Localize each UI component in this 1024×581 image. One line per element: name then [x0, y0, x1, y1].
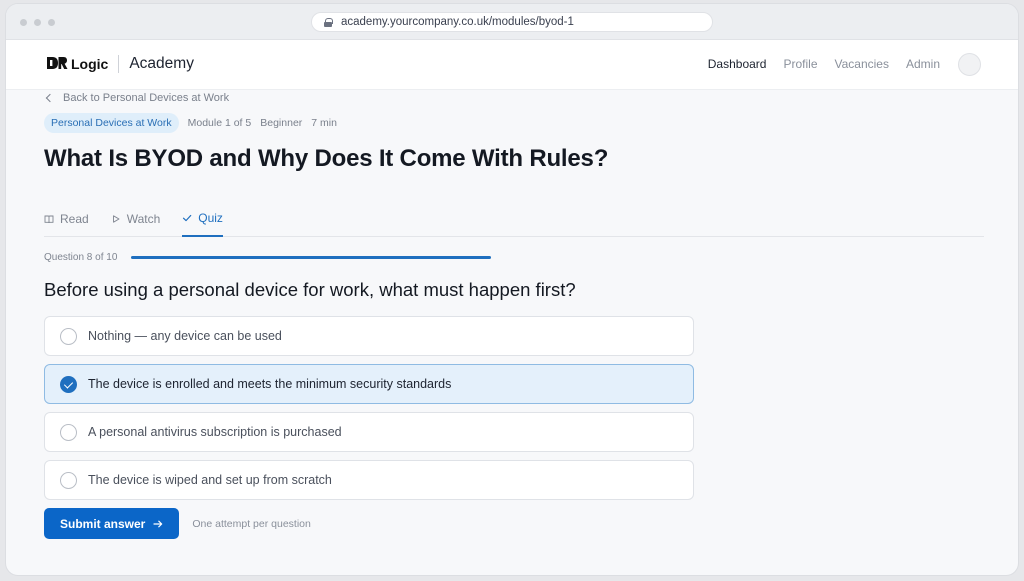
module-meta: Personal Devices at Work Module 1 of 5 B…: [44, 113, 984, 133]
book-icon: [44, 214, 54, 224]
play-icon: [111, 214, 121, 224]
submit-answer-label: Submit answer: [60, 516, 146, 531]
quiz-actions: Submit answer One attempt per question: [44, 508, 984, 539]
module-level: Beginner: [260, 117, 303, 129]
answer-option[interactable]: A personal antivirus subscription is pur…: [44, 412, 694, 452]
browser-window: academy.yourcompany.co.uk/modules/byod-1…: [6, 4, 1018, 575]
radio-button[interactable]: [60, 375, 77, 393]
brand-logo[interactable]: Logic Academy: [46, 55, 194, 73]
page-title: What Is BYOD and Why Does It Come With R…: [44, 145, 609, 172]
module-position: Module 1 of 5: [187, 117, 252, 129]
nav-admin[interactable]: Admin: [906, 57, 940, 71]
question-text: Before using a personal device for work,…: [44, 279, 576, 300]
back-link-label: Back to Personal Devices at Work: [63, 92, 230, 104]
answer-options: Nothing — any device can be used The dev…: [44, 316, 694, 500]
radio-button[interactable]: [60, 423, 77, 441]
submit-answer-button[interactable]: Submit answer: [44, 508, 180, 539]
minimize-window-dot[interactable]: [34, 19, 41, 26]
maximize-window-dot[interactable]: [48, 19, 55, 26]
url-text: academy.yourcompany.co.uk/modules/byod-1: [341, 16, 574, 28]
back-link[interactable]: Back to Personal Devices at Work: [44, 91, 229, 105]
answer-option-text: The device is wiped and set up from scra…: [88, 473, 332, 487]
brand-name: Logic: [71, 56, 109, 72]
address-bar[interactable]: academy.yourcompany.co.uk/modules/byod-1: [311, 12, 713, 32]
avatar[interactable]: [958, 53, 981, 76]
answer-option[interactable]: The device is enrolled and meets the min…: [44, 364, 694, 404]
module-duration: 7 min: [311, 117, 337, 129]
progress-fill: [131, 255, 491, 259]
nav-vacancies[interactable]: Vacancies: [835, 57, 889, 71]
answer-option[interactable]: The device is wiped and set up from scra…: [44, 460, 694, 500]
product-name: Academy: [129, 55, 194, 72]
tab-quiz[interactable]: Quiz: [182, 207, 223, 237]
nav-profile[interactable]: Profile: [783, 57, 817, 71]
answer-option-text: Nothing — any device can be used: [88, 329, 282, 343]
answer-option-text: A personal antivirus subscription is pur…: [88, 425, 342, 439]
browser-chrome: academy.yourcompany.co.uk/modules/byod-1: [6, 4, 1018, 40]
tab-read-label: Read: [60, 212, 89, 226]
tab-watch[interactable]: Watch: [111, 207, 161, 231]
brand-divider: [118, 55, 120, 73]
tab-watch-label: Watch: [126, 212, 161, 226]
lock-icon: [324, 17, 333, 27]
check-icon: [182, 213, 192, 223]
quiz-progress: Question 8 of 10: [44, 251, 984, 263]
arrow-right-icon: [153, 517, 163, 531]
window-controls: [20, 19, 55, 26]
module-content: Back to Personal Devices at Work Persona…: [44, 91, 984, 539]
answer-option-text: The device is enrolled and meets the min…: [88, 377, 452, 391]
radio-button[interactable]: [60, 327, 77, 345]
content-tabs: Read Watch Quiz: [44, 207, 984, 237]
chevron-left-icon: [45, 93, 55, 103]
attempt-hint: One attempt per question: [192, 517, 311, 530]
progress-track: [131, 255, 581, 259]
top-navigation: Logic Academy Dashboard Profile Vacancie…: [6, 40, 1018, 90]
dr-logo-icon: [46, 56, 68, 72]
course-pill[interactable]: Personal Devices at Work: [44, 113, 179, 133]
tab-read[interactable]: Read: [44, 207, 89, 231]
radio-button[interactable]: [60, 471, 77, 489]
nav-dashboard[interactable]: Dashboard: [708, 57, 767, 71]
answer-option[interactable]: Nothing — any device can be used: [44, 316, 694, 356]
close-window-dot[interactable]: [20, 19, 27, 26]
main-nav: Dashboard Profile Vacancies Admin: [708, 57, 940, 71]
progress-label: Question 8 of 10: [44, 251, 118, 263]
tab-quiz-label: Quiz: [198, 211, 223, 225]
